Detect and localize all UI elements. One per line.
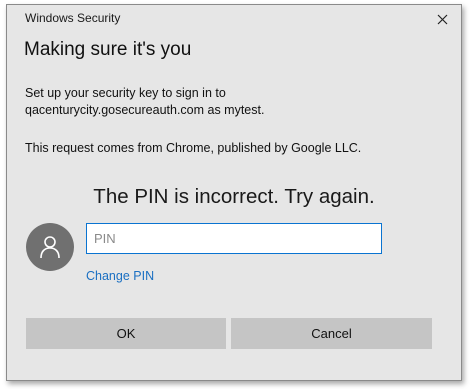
error-message: The PIN is incorrect. Try again. <box>93 185 375 208</box>
ok-button[interactable]: OK <box>26 318 226 349</box>
description-line-2: qacenturycity.gosecureauth.com as mytest… <box>25 103 265 117</box>
close-icon <box>437 14 447 24</box>
pin-input[interactable] <box>86 223 382 254</box>
request-source-text: This request comes from Chrome, publishe… <box>25 141 362 155</box>
window-title: Windows Security <box>25 11 121 25</box>
cancel-button[interactable]: Cancel <box>231 318 432 349</box>
change-pin-link[interactable]: Change PIN <box>86 269 154 283</box>
dialog-heading: Making sure it's you <box>24 39 192 60</box>
title-bar: Windows Security <box>7 5 461 31</box>
description-line-1: Set up your security key to sign in to <box>25 86 226 100</box>
close-button[interactable] <box>427 7 457 31</box>
avatar <box>26 223 74 271</box>
user-icon <box>40 236 60 259</box>
security-dialog: Windows Security Making sure it's you Se… <box>6 4 462 381</box>
